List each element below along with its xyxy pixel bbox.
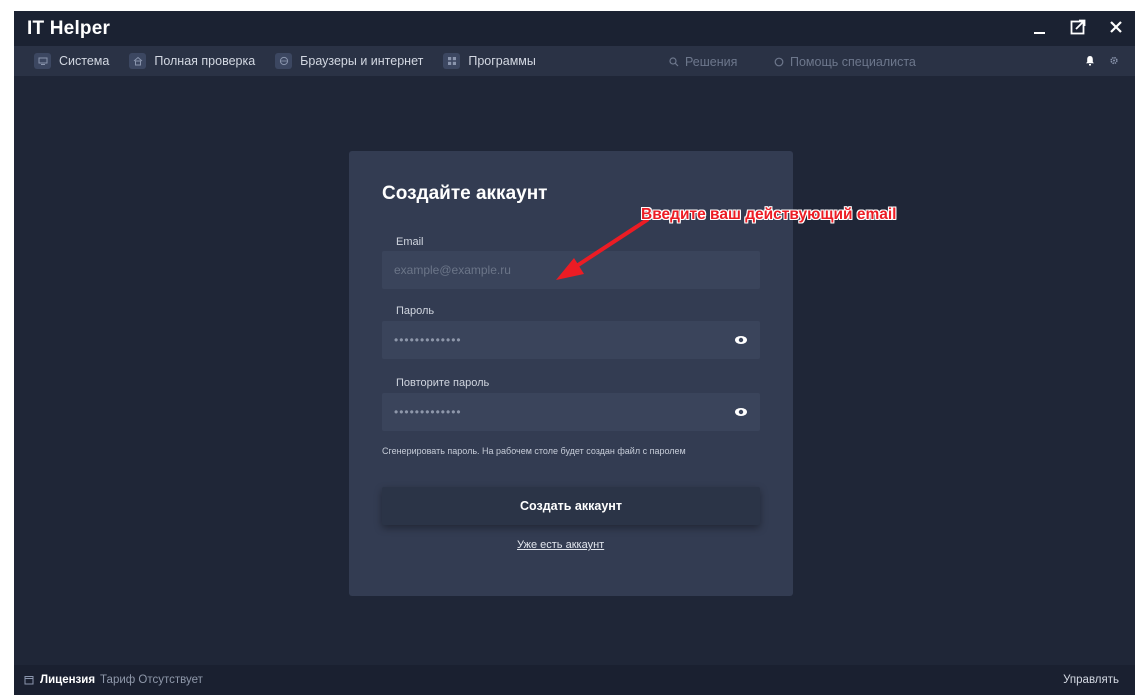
nav-item-label: Программы: [468, 54, 536, 68]
solutions-search[interactable]: Решения: [669, 55, 737, 69]
repeat-password-value: •••••••••••••: [394, 405, 462, 419]
annotation-arrow-icon: [556, 218, 649, 280]
create-account-button[interactable]: Создать аккаунт: [382, 487, 760, 525]
minimize-icon: [1034, 32, 1045, 34]
title-bar: IT Helper: [14, 11, 1135, 46]
nav-item-label: Браузеры и интернет: [300, 54, 424, 68]
eye-icon[interactable]: [734, 334, 748, 346]
app-title: IT Helper: [27, 17, 111, 39]
nav-item-system[interactable]: Система: [34, 53, 109, 69]
manage-button[interactable]: Управлять: [1063, 674, 1119, 686]
expand-button[interactable]: [1069, 17, 1087, 37]
email-placeholder: example@example.ru: [394, 263, 511, 277]
nav-item-programs[interactable]: Программы: [443, 53, 536, 69]
repeat-password-label: Повторите пароль: [396, 377, 490, 389]
bell-icon[interactable]: [1085, 55, 1095, 66]
minimize-button[interactable]: [1031, 17, 1049, 37]
email-label: Email: [396, 236, 424, 248]
solutions-label: Решения: [685, 55, 738, 69]
tariff-status: Тариф Отсутствует: [100, 674, 203, 686]
license-label: Лицензия: [40, 674, 96, 686]
close-icon: [1110, 21, 1122, 33]
generate-password-hint[interactable]: Сгенерировать пароль. На рабочем столе б…: [382, 446, 762, 456]
specialist-help[interactable]: Помощь специалиста: [774, 55, 916, 69]
nav-item-full-check[interactable]: Полная проверка: [129, 53, 255, 69]
search-icon: [669, 57, 679, 67]
calendar-icon: [24, 676, 34, 685]
home-icon: [129, 53, 147, 69]
app-window: IT Helper Система Полная проверка Браузе…: [14, 11, 1135, 695]
apps-icon: [443, 53, 461, 69]
repeat-password-field[interactable]: •••••••••••••: [382, 393, 760, 431]
nav-right-icons: [1085, 55, 1119, 66]
password-value: •••••••••••••: [394, 333, 462, 347]
eye-icon[interactable]: [734, 406, 748, 418]
annotation-text: Введите ваш действующий email: [641, 206, 897, 223]
expand-icon: [1070, 19, 1086, 35]
login-link[interactable]: Уже есть аккаунт: [517, 539, 604, 551]
globe-icon: [275, 53, 293, 69]
nav-item-label: Полная проверка: [154, 54, 256, 68]
window-controls: [1031, 17, 1125, 37]
form-title: Создайте аккаунт: [382, 183, 548, 204]
nav-item-browsers[interactable]: Браузеры и интернет: [275, 53, 423, 69]
monitor-icon: [34, 53, 51, 69]
close-button[interactable]: [1107, 17, 1125, 37]
specialist-help-label: Помощь специалиста: [790, 55, 916, 69]
gear-icon[interactable]: [1109, 55, 1119, 66]
chat-icon: [774, 57, 784, 67]
nav-bar: Система Полная проверка Браузеры и интер…: [14, 46, 1135, 76]
nav-item-label: Система: [59, 54, 110, 68]
status-bar: Лицензия Тариф Отсутствует Управлять: [14, 665, 1135, 695]
password-field[interactable]: •••••••••••••: [382, 321, 760, 359]
license-info: Лицензия Тариф Отсутствует: [24, 674, 203, 686]
password-label: Пароль: [396, 305, 435, 317]
